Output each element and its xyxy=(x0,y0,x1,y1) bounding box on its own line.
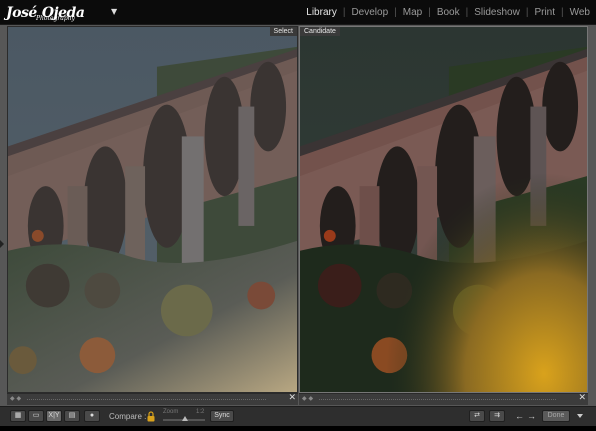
module-slideshow[interactable]: Slideshow xyxy=(468,7,526,18)
survey-view-icon[interactable]: ▤ xyxy=(64,410,80,422)
toolbar-menu-chevron-icon[interactable] xyxy=(577,414,583,418)
done-button[interactable]: Done xyxy=(542,410,570,422)
identity-name: José xyxy=(6,5,37,21)
candidate-label: Candidate xyxy=(300,27,340,36)
identity-subtitle: Photography xyxy=(36,15,75,22)
zoom-value: 1:2 xyxy=(196,409,205,415)
candidate-photo xyxy=(300,27,587,392)
select-close-icon[interactable]: ✕ xyxy=(288,393,296,403)
identity-plate[interactable]: José Ojeda Photography xyxy=(6,2,85,22)
module-develop[interactable]: Develop xyxy=(345,7,394,18)
compare-view-area: Select Candidate ◆ ◆ ✕ ◆ ◆ ✕ xyxy=(0,25,596,406)
identity-menu-chevron-icon[interactable]: ▼ xyxy=(111,7,117,16)
lock-icon[interactable] xyxy=(147,411,155,422)
grid-view-icon[interactable]: ▦ xyxy=(10,410,26,422)
make-select-icon[interactable]: ⇉ xyxy=(489,410,505,422)
next-arrow-icon[interactable]: → xyxy=(527,411,536,421)
people-view-icon[interactable]: ● xyxy=(84,410,100,422)
previous-arrow-icon[interactable]: ← xyxy=(515,411,524,421)
select-rating-icons[interactable]: ◆ ◆ xyxy=(10,395,21,402)
candidate-photo-panel[interactable]: Candidate xyxy=(299,26,588,393)
bottom-toolbar: ▦ ▭ X|Y ▤ ● Compare : Zoom 1:2 Sync ⇄ ⇉ … xyxy=(0,406,596,426)
bottom-strip xyxy=(0,426,596,431)
sync-button[interactable]: Sync xyxy=(210,410,234,422)
module-book[interactable]: Book xyxy=(431,7,466,18)
module-print[interactable]: Print xyxy=(528,7,561,18)
top-module-bar: José Ojeda Photography ▼ Library | Develo… xyxy=(0,0,596,25)
module-map[interactable]: Map xyxy=(397,7,428,18)
candidate-close-icon[interactable]: ✕ xyxy=(578,393,586,403)
zoom-label: Zoom xyxy=(163,409,179,415)
candidate-panel-footer: ◆ ◆ ✕ xyxy=(299,393,588,405)
loupe-view-icon[interactable]: ▭ xyxy=(28,410,44,422)
select-photo-panel[interactable]: Select xyxy=(7,26,298,393)
candidate-rating-icons[interactable]: ◆ ◆ xyxy=(302,395,313,402)
left-panel-toggle-icon[interactable] xyxy=(0,240,4,248)
swap-icon[interactable]: ⇄ xyxy=(469,410,485,422)
zoom-slider-thumb[interactable] xyxy=(182,416,188,421)
module-picker: Library | Develop | Map | Book | Slideshow | … xyxy=(300,7,596,18)
select-rating-dots[interactable] xyxy=(27,399,266,400)
select-photo xyxy=(8,27,297,392)
module-web[interactable]: Web xyxy=(564,7,596,18)
compare-view-icon[interactable]: X|Y xyxy=(46,410,62,422)
select-panel-footer: ◆ ◆ ✕ xyxy=(7,393,298,405)
compare-label: Compare : xyxy=(109,412,147,421)
module-library[interactable]: Library xyxy=(300,7,343,18)
candidate-rating-dots[interactable] xyxy=(319,399,556,400)
select-label: Select xyxy=(269,27,297,36)
